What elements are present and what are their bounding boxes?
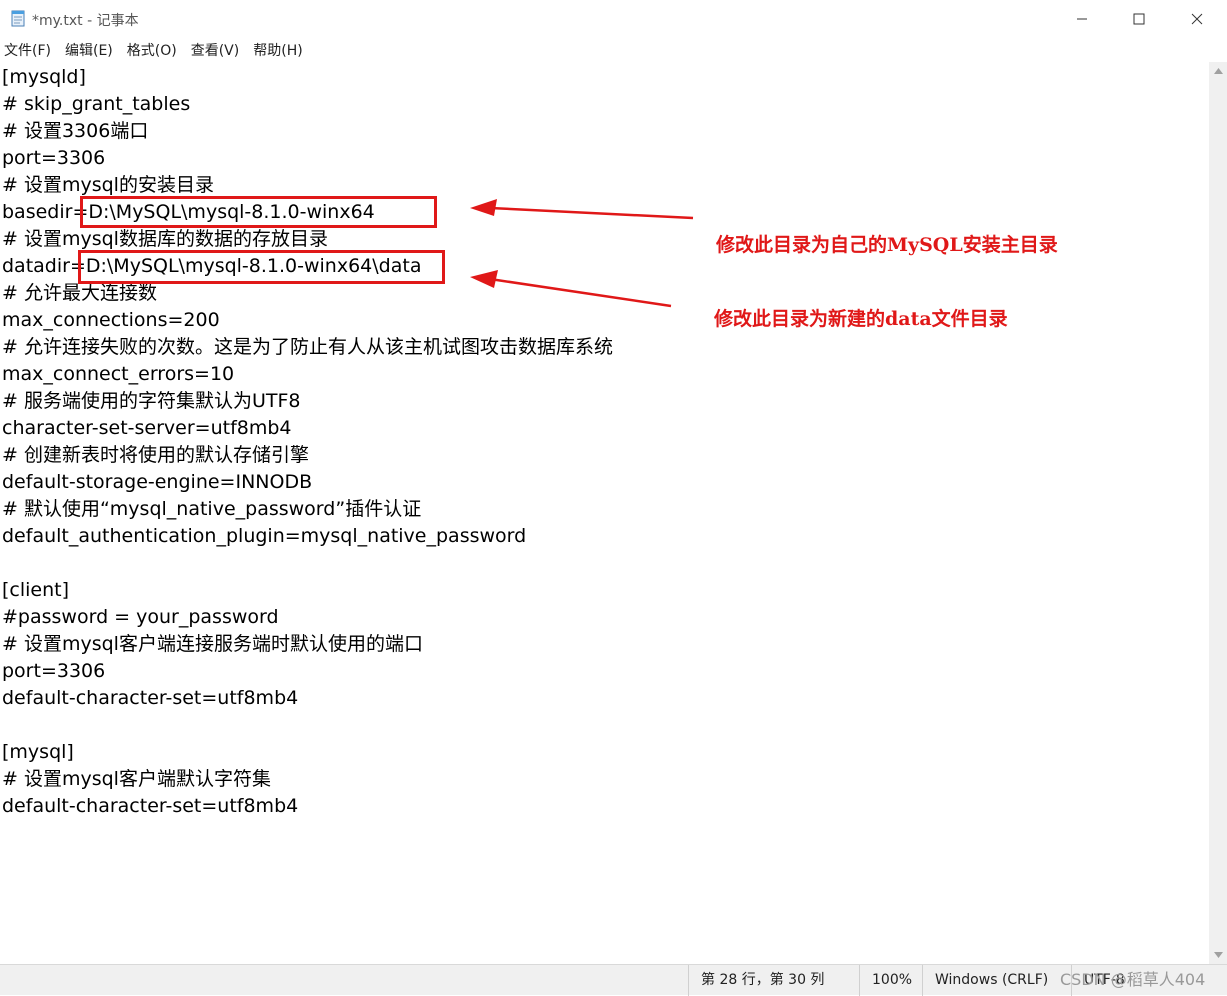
basedir-annotation: 修改此目录为自己的MySQL安装主目录 [716, 234, 1058, 256]
line-ending: Windows (CRLF) [922, 965, 1070, 996]
watermark: CSDN @稻草人404 [1060, 970, 1206, 989]
chevron-down-icon [1213, 952, 1223, 958]
chevron-up-icon [1213, 68, 1223, 74]
zoom-level: 100% [859, 965, 921, 996]
vertical-scrollbar[interactable] [1209, 62, 1227, 964]
cursor-position: 第 28 行，第 30 列 [688, 965, 854, 996]
scroll-up-button[interactable] [1209, 62, 1227, 80]
scroll-down-button[interactable] [1209, 946, 1227, 964]
annotation-arrows [470, 199, 694, 308]
basedir-arrow [470, 199, 694, 220]
datadir-annotation: 修改此目录为新建的data文件目录 [714, 308, 1008, 330]
status-bar: 第 28 行，第 30 列 100% Windows (CRLF) UTF-8 [0, 964, 1227, 996]
datadir-arrow [470, 270, 672, 308]
